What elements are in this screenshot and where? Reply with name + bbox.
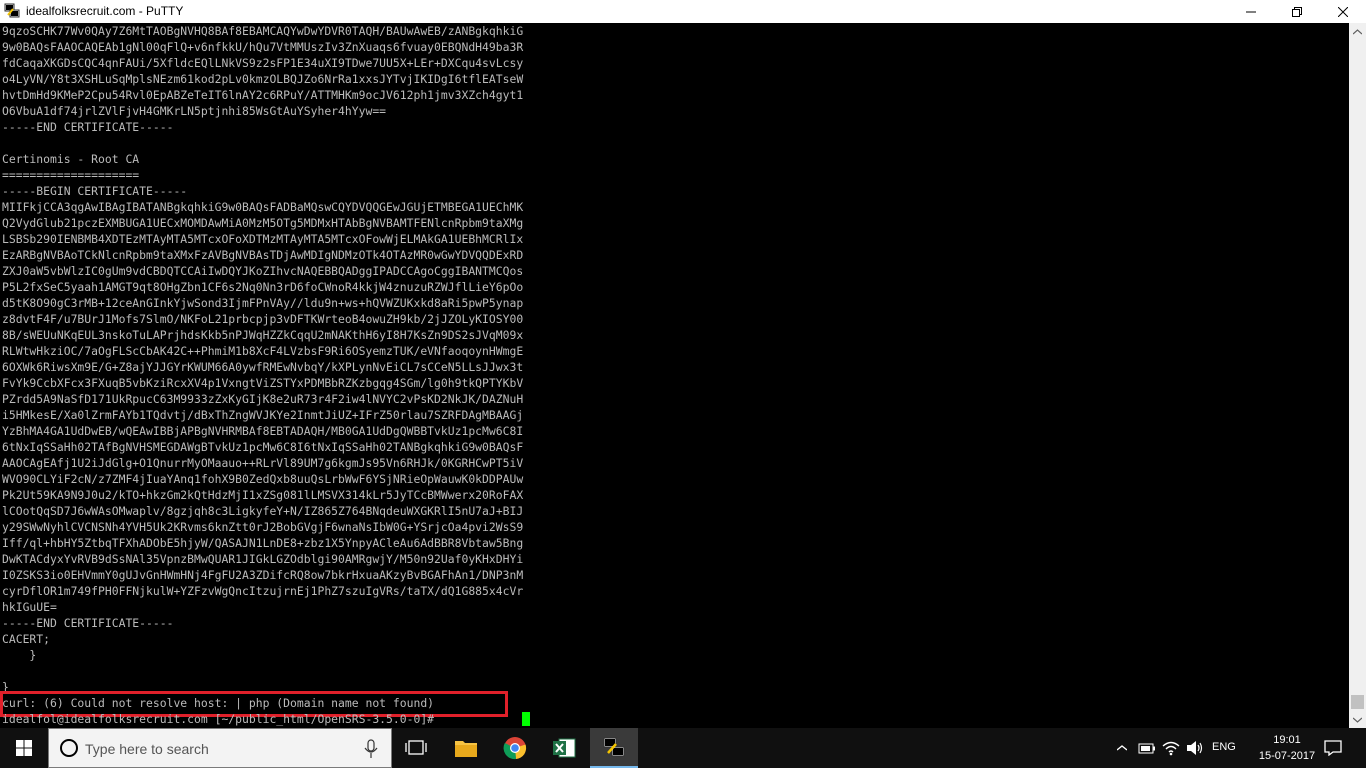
terminal-line: y29SWwNyhlCVCNSNh4YVH5Uk2KRvms6knZtt0rJ2… bbox=[2, 520, 524, 534]
putty-icon bbox=[603, 737, 625, 757]
terminal-line: d5tK8O90gC3rMB+12ceAnGInkYjwSond3IjmFPnV… bbox=[2, 296, 524, 310]
microphone-icon[interactable] bbox=[363, 739, 379, 759]
show-hidden-icons-button[interactable] bbox=[1112, 728, 1132, 768]
terminal-line: Q2VydGlub21pczEXMBUGA1UECxMOMDAwMiA0MzM5… bbox=[2, 216, 524, 230]
terminal-line: MIIFkjCCA3qgAwIBAgIBATANBgkqhkiG9w0BAQsF… bbox=[2, 200, 524, 214]
wifi-icon bbox=[1162, 741, 1180, 756]
terminal-line: LSBSb290IENBMB4XDTEzMTAyMTA5MTcxOFoXDTMz… bbox=[2, 232, 524, 246]
vertical-scrollbar[interactable] bbox=[1349, 23, 1366, 728]
terminal-line: EzARBgNVBAoTCkNlcnRpbm9taXMxFzAVBgNVBAsT… bbox=[2, 248, 524, 262]
terminal-cursor bbox=[522, 712, 530, 726]
scroll-up-button[interactable] bbox=[1349, 23, 1366, 40]
terminal-line: I0ZSKS3io0EHVmmY0gUJvGnHWmHNj4FgFU2A3ZDi… bbox=[2, 568, 524, 582]
chrome-button[interactable] bbox=[491, 728, 539, 768]
terminal-line: WVO90CLYiF2cN/z7ZMF4jIuaYAnq1fohX9B0ZedQ… bbox=[2, 472, 524, 486]
terminal-line: Certinomis - Root CA bbox=[2, 152, 140, 166]
terminal-line: Iff/ql+hbHY5ZtbqTFXhADObE5hjyW/QASAJN1Ln… bbox=[2, 536, 524, 550]
terminal-line: } bbox=[2, 648, 37, 662]
minimize-icon bbox=[1246, 11, 1256, 12]
excel-icon bbox=[553, 738, 576, 758]
terminal-line: RLWtwHkziOC/7aOgFLScCbAK42C++PhmiM1b8XcF… bbox=[2, 344, 524, 358]
terminal-line: 9w0BAQsFAAOCAQEAb1gNl00qFlQ+v6nfkkU/hQu7… bbox=[2, 40, 524, 54]
title-bar[interactable]: idealfolksrecruit.com - PuTTY bbox=[0, 0, 1366, 24]
terminal-line: i5HMkesE/Xa0lZrmFAYb1TQdvtj/dBxThZngWVJK… bbox=[2, 408, 524, 422]
terminal-line: -----BEGIN CERTIFICATE----- bbox=[2, 184, 188, 198]
volume-tray-button[interactable] bbox=[1184, 728, 1206, 768]
search-placeholder: Type here to search bbox=[85, 741, 209, 757]
terminal-line: cyrDflOR1m749fPH0FFNjkulW+YZFzvWgQncItzu… bbox=[2, 584, 524, 598]
scroll-thumb[interactable] bbox=[1351, 695, 1364, 709]
terminal-line: fdCaqaXKGDsCQC4qnFAUi/5XfldcEQlLNkVS9z2s… bbox=[2, 56, 524, 70]
terminal-screen[interactable]: 9qzoSCHK77Wv0QAy7Z6MtTAOBgNVHQ8BAf8EBAMC… bbox=[0, 23, 1349, 728]
terminal-line: DwKTACdyxYvRVB9dSsNAl35VpnzBMwQUAR1JIGkL… bbox=[2, 552, 524, 566]
terminal-line: 6tNxIqSSaHh02TAfBgNVHSMEGDAWgBTvkUz1pcMw… bbox=[2, 440, 524, 454]
notification-icon bbox=[1324, 740, 1342, 756]
task-view-icon bbox=[405, 740, 427, 755]
terminal-line: PZrdd5A9NaSfD171UkRpucC63M9933zZxKyGIjK8… bbox=[2, 392, 524, 406]
restore-button[interactable] bbox=[1274, 0, 1320, 23]
close-icon bbox=[1338, 6, 1348, 17]
window-title: idealfolksrecruit.com - PuTTY bbox=[26, 4, 184, 18]
terminal-line: 6OXWk6RiwsXm9E/G+Z8ajYJJGYrKWUM66A0ywfRM… bbox=[2, 360, 524, 374]
wifi-tray-button[interactable] bbox=[1160, 728, 1182, 768]
terminal-line: YzBhMA4GA1UdDwEB/wQEAwIBBjAPBgNVHRMBAf8E… bbox=[2, 424, 524, 438]
terminal-line: Pk2Ut59KA9N9J0u2/kTO+hkzGm2kQtHdzMjI1xZS… bbox=[2, 488, 524, 502]
chevron-down-icon bbox=[1353, 717, 1362, 723]
battery-icon bbox=[1138, 743, 1155, 754]
terminal-line: 9qzoSCHK77Wv0QAy7Z6MtTAOBgNVHQ8BAf8EBAMC… bbox=[2, 24, 524, 38]
terminal-line: ZXJ0aW5vbWlzIC0gUm9vdCBDQTCCAiIwDQYJKoZI… bbox=[2, 264, 524, 278]
excel-button[interactable] bbox=[540, 728, 588, 768]
cortana-circle-icon bbox=[60, 739, 78, 757]
terminal-line: lCOotQqSD7J6wWAsOMwaplv/8gzjqh8c3Ligkyfe… bbox=[2, 504, 524, 518]
terminal-line: FvYk9CcbXFcx3FXuqB5vbKziRcxXV4p1VxngtViZ… bbox=[2, 376, 524, 390]
shell-prompt: idealfol@idealfolksrecruit.com [~/public… bbox=[2, 712, 435, 726]
taskbar: Type here to search ENG 19:01 15-07-2017 bbox=[0, 728, 1366, 768]
restore-icon bbox=[1292, 6, 1302, 17]
battery-tray-button[interactable] bbox=[1136, 728, 1158, 768]
terminal-output: 9qzoSCHK77Wv0QAy7Z6MtTAOBgNVHQ8BAf8EBAMC… bbox=[2, 23, 523, 711]
clock-date: 15-07-2017 bbox=[1258, 750, 1316, 762]
action-center-button[interactable] bbox=[1322, 728, 1344, 768]
terminal-line: o4LyVN/Y8t3XSHLuSqMplsNEzm61kod2pLv0kmzO… bbox=[2, 72, 524, 86]
chevron-up-icon bbox=[1353, 28, 1362, 34]
scroll-down-button[interactable] bbox=[1349, 711, 1366, 728]
terminal-line: O6VbuA1df74jrlZVlFjvH4GMKrLN5ptjnhi85WsG… bbox=[2, 104, 387, 118]
clock-time: 19:01 bbox=[1273, 734, 1301, 746]
putty-app-icon[interactable] bbox=[4, 3, 20, 19]
terminal-line: -----END CERTIFICATE----- bbox=[2, 120, 174, 134]
close-button[interactable] bbox=[1320, 0, 1366, 23]
terminal-line: hkIGuUE= bbox=[2, 600, 57, 614]
taskbar-search-box[interactable]: Type here to search bbox=[48, 728, 392, 768]
terminal-line: AAOCAgEAfj1U2iJdGlg+O1QnurrMyOMaauo++RLr… bbox=[2, 456, 524, 470]
minimize-button[interactable] bbox=[1228, 0, 1274, 23]
terminal-line: 8B/sWEUuNKqEUL3nskoTuLAPrjhdsKkb5nPJWqHZ… bbox=[2, 328, 524, 342]
terminal-line: ==================== bbox=[2, 168, 140, 182]
terminal-line: P5L2fxSeC5yaah1AMGT9qt8OHgZbn1CF6s2Nq0Nn… bbox=[2, 280, 524, 294]
clock[interactable]: 19:01 15-07-2017 bbox=[1252, 732, 1322, 764]
file-explorer-button[interactable] bbox=[442, 728, 490, 768]
terminal-line: hvtDmHd9KMeP2Cpu54Rvl0EpABZeTeIT6lnAY2c6… bbox=[2, 88, 524, 102]
terminal-line: z8dvtF4F/u7BUrJ1Mofs7SlmO/NKFoL21prbcpjp… bbox=[2, 312, 524, 326]
input-language-indicator[interactable]: ENG bbox=[1212, 741, 1236, 753]
terminal-line: CACERT; bbox=[2, 632, 51, 646]
speaker-icon bbox=[1187, 741, 1203, 755]
windows-logo-icon bbox=[16, 740, 32, 756]
start-button[interactable] bbox=[0, 728, 48, 768]
putty-taskbar-button[interactable] bbox=[590, 728, 638, 768]
terminal-line: -----END CERTIFICATE----- bbox=[2, 616, 174, 630]
chevron-up-icon bbox=[1117, 745, 1127, 751]
folder-icon bbox=[455, 741, 477, 757]
task-view-button[interactable] bbox=[392, 728, 440, 768]
chrome-icon bbox=[503, 737, 527, 760]
